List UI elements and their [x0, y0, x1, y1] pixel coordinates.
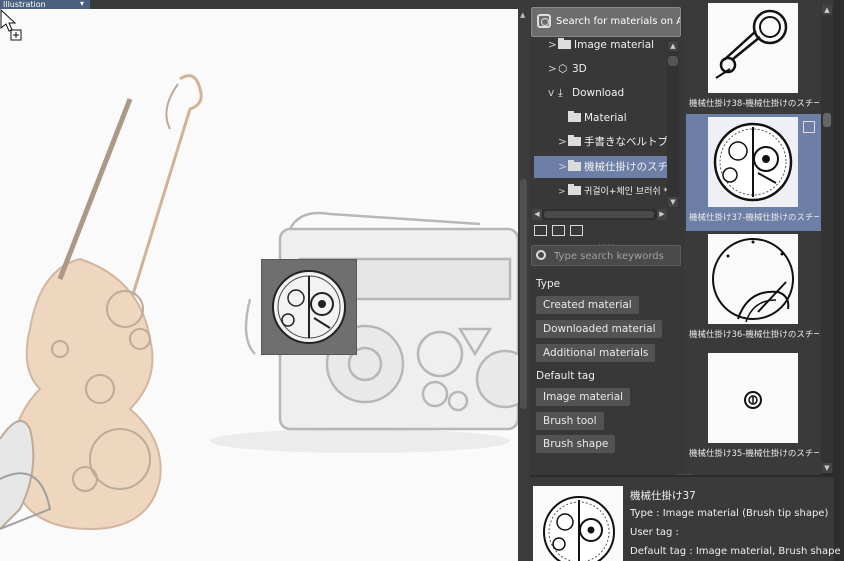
tree-item-label: Image material	[574, 39, 655, 51]
material-user-tag: User tag :	[630, 527, 679, 538]
scroll-down-icon[interactable]: ▼	[822, 463, 832, 473]
material-type: Type : Image material (Brush tip shape)	[630, 508, 829, 519]
type-section-label: Type	[536, 278, 561, 290]
material-name: 機械仕掛け37	[630, 490, 696, 502]
new-folder-icon[interactable]	[534, 225, 547, 236]
open-material-icon[interactable]	[803, 121, 815, 133]
expand-toggle[interactable]: >	[548, 58, 558, 80]
tree-item-material[interactable]: Material	[558, 107, 666, 129]
scroll-up-icon[interactable]: ▲	[668, 41, 678, 51]
material-list-scrollbar[interactable]: ▲ ▼	[821, 5, 833, 473]
gear-clock-icon	[272, 270, 346, 344]
thumbnail-image	[708, 3, 798, 93]
gauge-dial-icon	[712, 238, 794, 323]
scroll-up-icon[interactable]: ▲	[520, 11, 525, 19]
created-material-button[interactable]: Created material	[536, 296, 639, 314]
material-thumbnail-35[interactable]: 機械仕掛け35-機械仕掛けのスチーム	[686, 350, 821, 467]
tree-item-label: Material	[584, 112, 627, 124]
folder-icon	[568, 184, 581, 195]
tree-item-image-material[interactable]: > Image material	[548, 34, 666, 56]
default-tag-section-label: Default tag	[536, 370, 595, 382]
brush-tool-tag-button[interactable]: Brush tool	[536, 412, 604, 430]
chevron-down-icon[interactable]: ▾	[80, 0, 84, 8]
detail-thumbnail	[533, 486, 623, 561]
document-tab[interactable]: Illustration ▾	[0, 0, 90, 9]
thumbnail-caption: 機械仕掛け37-機械仕掛けのスチーム	[689, 213, 819, 223]
tree-vertical-scrollbar[interactable]: ▲ ▼	[667, 40, 679, 208]
tree-toolbar	[532, 222, 680, 242]
brush-shape-tag-button[interactable]: Brush shape	[536, 435, 616, 453]
folder-icon	[568, 111, 581, 122]
panel-splitter-scrollbar[interactable]: ▲	[518, 9, 530, 561]
scroll-up-icon[interactable]: ▲	[822, 5, 832, 15]
tree-item-belt-brush[interactable]: > 手書きなベルトブラ	[558, 131, 668, 153]
downloaded-material-button[interactable]: Downloaded material	[536, 320, 663, 338]
gear-clock-icon	[713, 122, 793, 202]
material-thumbnail-36[interactable]: 機械仕掛け36-機械仕掛けのスチーム	[686, 231, 821, 348]
download-icon: ⤓	[558, 87, 563, 99]
tree-item-label: 手書きなベルトブラ	[584, 136, 668, 148]
search-assets-label: Search for materials on ASSETS	[556, 16, 680, 27]
duplicate-folder-icon[interactable]	[552, 225, 565, 236]
material-thumbnail-38[interactable]: 機械仕掛け38-機械仕掛けのスチーム	[686, 0, 821, 117]
drawing-canvas[interactable]	[0, 9, 518, 561]
tree-item-3d[interactable]: >⬡ 3D	[548, 58, 666, 80]
folder-icon	[568, 135, 581, 146]
edit-folder-icon[interactable]	[570, 225, 583, 236]
folder-icon	[558, 38, 571, 49]
tree-item-label: 機械仕掛けのスチー	[584, 161, 668, 173]
document-tab-label: Illustration	[3, 0, 46, 9]
dragged-material-preview[interactable]	[261, 259, 357, 355]
material-thumbnail-37[interactable]: 機械仕掛け37-機械仕掛けのスチーム	[686, 114, 821, 231]
folder-icon	[568, 160, 581, 171]
scrollbar-thumb[interactable]	[823, 113, 831, 127]
thumbnail-image	[708, 353, 798, 443]
search-icon	[536, 250, 546, 260]
thumbnail-caption: 機械仕掛け35-機械仕掛けのスチーム	[689, 449, 819, 459]
keyword-search-field[interactable]	[531, 245, 681, 266]
cube-icon: ⬡	[558, 63, 568, 75]
tree-item-steam-gears[interactable]: > 機械仕掛けのスチー	[534, 156, 668, 178]
thumbnail-caption: 機械仕掛け38-機械仕掛けのスチーム	[689, 99, 819, 109]
canvas-artwork	[0, 74, 518, 531]
scrollbar-thumb[interactable]	[544, 211, 654, 218]
scroll-left-icon[interactable]: ◀	[532, 209, 542, 220]
tree-horizontal-scrollbar[interactable]: ◀ ▶	[532, 209, 667, 220]
image-material-tag-button[interactable]: Image material	[536, 388, 631, 406]
scroll-down-icon[interactable]: ▼	[668, 197, 678, 207]
thumbnail-caption: 機械仕掛け36-機械仕掛けのスチーム	[689, 330, 819, 340]
keyword-search-input[interactable]	[552, 247, 681, 266]
small-gauge-icon	[744, 391, 762, 409]
scrollbar-thumb[interactable]	[520, 179, 527, 409]
panel-edge	[834, 0, 844, 561]
gear-clock-icon	[543, 496, 615, 561]
thumbnail-image	[708, 234, 798, 324]
expand-toggle[interactable]: >	[558, 156, 568, 178]
scrollbar-thumb[interactable]	[668, 56, 678, 66]
additional-materials-button[interactable]: Additional materials	[536, 344, 656, 362]
material-default-tag: Default tag : Image material, Brush shap…	[630, 546, 841, 557]
tree-item-earring-brush[interactable]: > 귀걸이+체인 브러쉬 *	[558, 181, 668, 203]
tree-item-download[interactable]: v ⤓ Download	[548, 82, 666, 104]
thumbnail-image	[708, 117, 798, 207]
crank-arm-icon	[715, 9, 788, 79]
collapse-toggle[interactable]: v	[548, 82, 558, 104]
tree-item-label: Download	[572, 87, 625, 99]
expand-toggle[interactable]: >	[558, 131, 568, 153]
scroll-right-icon[interactable]: ▶	[657, 209, 667, 220]
expand-toggle[interactable]: >	[548, 34, 558, 56]
expand-toggle[interactable]: >	[558, 181, 568, 203]
search-assets-button[interactable]: Search for materials on ASSETS	[531, 7, 681, 37]
tree-item-label: 3D	[572, 63, 587, 75]
pointer-cursor-icon	[0, 9, 22, 41]
assets-logo-icon	[537, 14, 551, 28]
tree-item-label: 귀걸이+체인 브러쉬 *	[584, 187, 668, 197]
